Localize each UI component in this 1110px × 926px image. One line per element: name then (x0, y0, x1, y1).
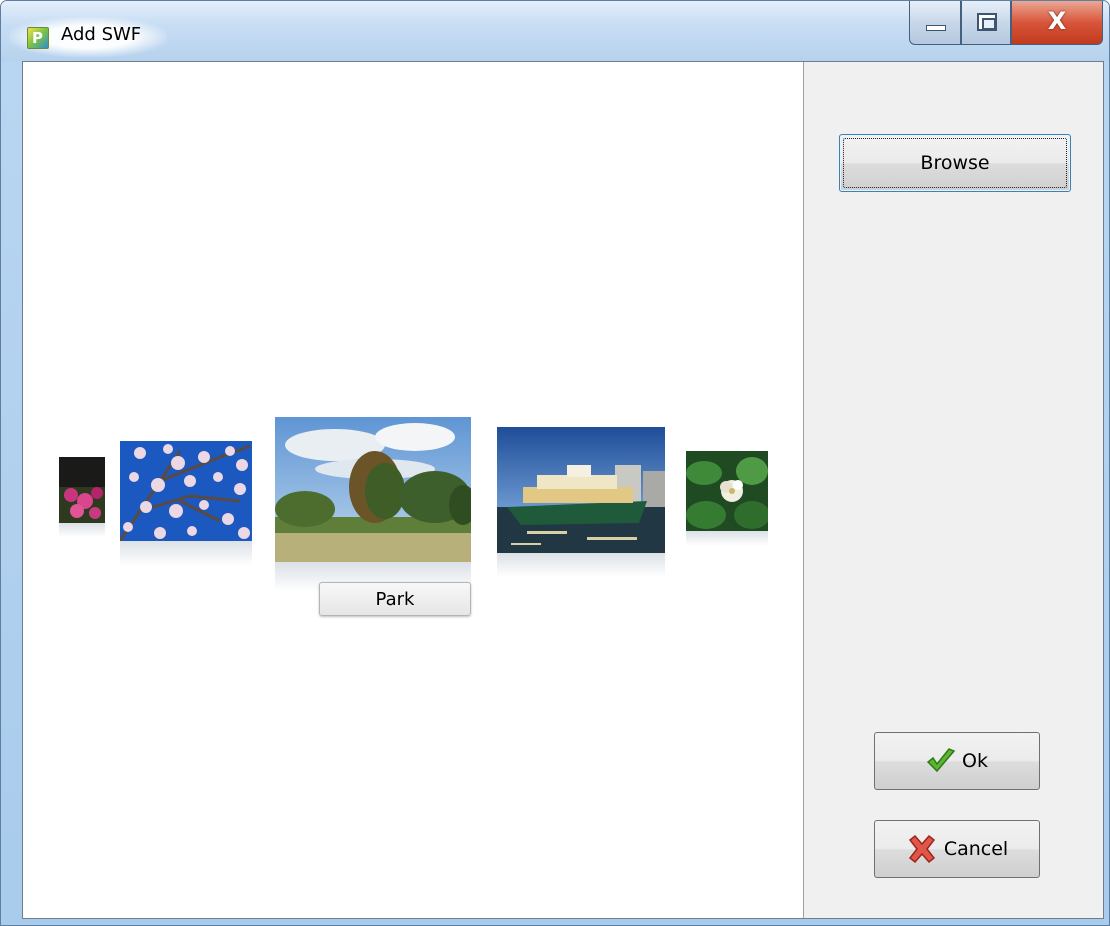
blossoms-image (120, 441, 252, 541)
gallery-thumbnail-ferry[interactable] (497, 427, 665, 577)
cancel-button[interactable]: Cancel (874, 820, 1040, 878)
leaf-flower-image (686, 451, 768, 531)
pink-flowers-reflection (59, 523, 105, 537)
dialog-client-area: Park Browse Ok Cancel (22, 61, 1104, 919)
close-icon: X (1047, 7, 1067, 35)
swf-preview-gallery[interactable]: Park (23, 62, 804, 918)
maximize-button[interactable] (961, 1, 1011, 45)
pink-flowers-image (59, 457, 105, 523)
gallery-thumbnail-pink-flowers[interactable] (59, 457, 105, 537)
side-panel: Browse Ok Cancel (805, 62, 1103, 918)
app-icon[interactable]: P (27, 27, 49, 49)
gallery-thumbnail-park[interactable] (275, 417, 471, 592)
close-button[interactable]: X (1011, 1, 1103, 45)
browse-button-label: Browse (920, 152, 990, 174)
cancel-button-label: Cancel (943, 838, 1009, 860)
title-bar[interactable]: P Add SWF X (1, 1, 1109, 61)
maximize-icon (977, 13, 997, 31)
add-swf-window: P Add SWF X Park Browse Ok Cancel (0, 0, 1110, 926)
blossoms-reflection (120, 541, 252, 566)
ok-button[interactable]: Ok (874, 732, 1040, 790)
ok-button-label: Ok (962, 750, 988, 772)
minimize-icon (926, 25, 946, 31)
browse-button[interactable]: Browse (839, 134, 1071, 192)
window-title: Add SWF (61, 24, 142, 45)
gallery-thumbnail-blossoms[interactable] (120, 441, 252, 566)
gallery-thumbnail-leaf-flower[interactable] (686, 451, 768, 546)
red-x-icon (908, 834, 935, 864)
minimize-button[interactable] (909, 1, 961, 45)
park-image (275, 417, 471, 562)
checkmark-icon (926, 748, 956, 773)
leaf-flower-reflection (686, 531, 768, 546)
ferry-reflection (497, 553, 665, 577)
ferry-image (497, 427, 665, 553)
caption-label-park[interactable]: Park (319, 582, 471, 616)
